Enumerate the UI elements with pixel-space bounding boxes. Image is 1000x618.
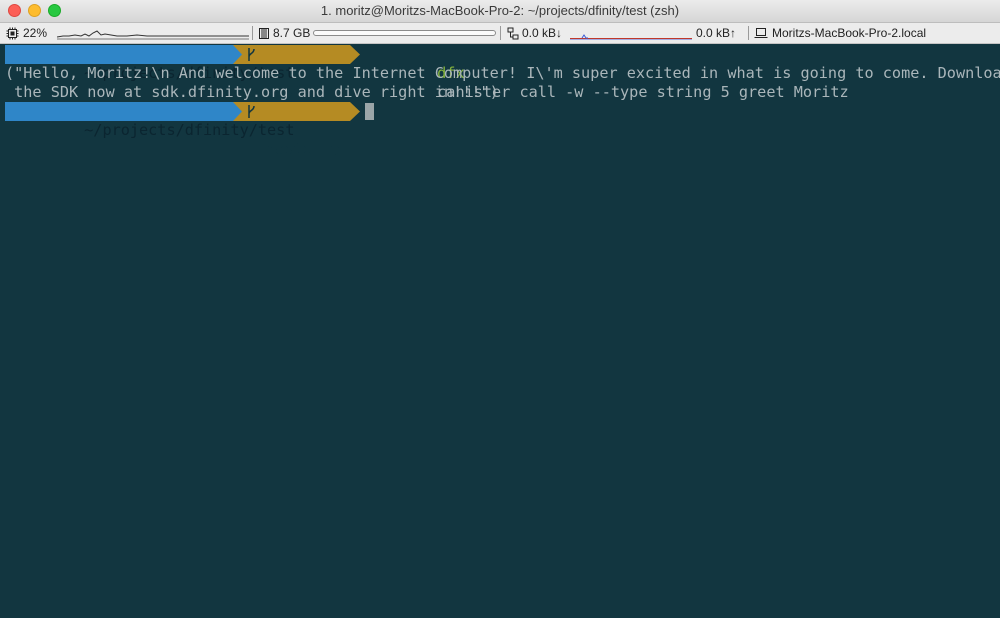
- title-bar: 1. moritz@Moritzs-MacBook-Pro-2: ~/proje…: [0, 0, 1000, 23]
- status-bar: 22% 8.7 GB 0.0 kB↓ 0.0 kB↑ Moritzs-MacBo…: [0, 23, 1000, 44]
- terminal-content[interactable]: ~/projects/dfinity/test master ● dfx can…: [0, 44, 1000, 618]
- cpu-status: 22%: [6, 23, 47, 43]
- prompt-git-segment: master ●: [242, 102, 350, 158]
- text-cursor[interactable]: [365, 103, 374, 120]
- prompt-line: ~/projects/dfinity/test master ●: [5, 102, 995, 158]
- cpu-icon: [6, 27, 19, 39]
- powerline-arrow-icon: [350, 45, 360, 64]
- cpu-value: 22%: [23, 26, 48, 40]
- memory-icon: [259, 27, 269, 39]
- cpu-graph: [57, 30, 249, 40]
- prompt-git-segment: master ●: [242, 45, 350, 101]
- prompt-git-branch: master ●: [266, 140, 340, 158]
- host-status: Moritzs-MacBook-Pro-2.local: [754, 23, 926, 43]
- prompt-line: ~/projects/dfinity/test master ● dfx can…: [5, 45, 995, 101]
- hostname-value: Moritzs-MacBook-Pro-2.local: [772, 26, 927, 40]
- powerline-arrow-icon: [233, 45, 242, 64]
- network-status: 0.0 kB↓: [507, 23, 562, 43]
- window-title: 1. moritz@Moritzs-MacBook-Pro-2: ~/proje…: [320, 3, 680, 18]
- git-branch-icon: [248, 105, 255, 118]
- command-args: canister call -w --type string 5 greet M…: [437, 83, 849, 101]
- memory-bar: [313, 30, 496, 36]
- git-branch-icon: [248, 48, 255, 61]
- network-icon: [507, 27, 519, 39]
- net-down-value: 0.0 kB↓: [522, 26, 563, 40]
- network-graph: [570, 34, 692, 40]
- memory-value: 8.7 GB: [273, 26, 311, 40]
- prompt-path-segment: ~/projects/dfinity/test: [5, 45, 294, 82]
- net-up-status: 0.0 kB↑: [696, 23, 736, 43]
- powerline-arrow-icon: [233, 102, 242, 121]
- powerline-arrow-icon: [350, 102, 360, 121]
- terminal-window: 1. moritz@Moritzs-MacBook-Pro-2: ~/proje…: [0, 0, 1000, 618]
- output-line: ("Hello, Moritz!\n And welcome to the In…: [5, 64, 1000, 82]
- net-up-value: 0.0 kB↑: [696, 26, 737, 40]
- memory-status: 8.7 GB: [258, 23, 310, 43]
- output-line: the SDK now at sdk.dfinity.org and dive …: [5, 83, 499, 101]
- laptop-icon: [754, 28, 768, 38]
- prompt-path-segment: ~/projects/dfinity/test: [5, 102, 294, 139]
